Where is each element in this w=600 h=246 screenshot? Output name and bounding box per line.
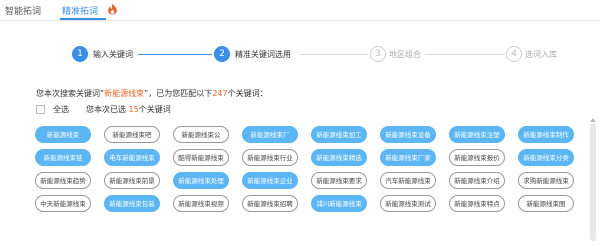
select-all-checkbox[interactable]: 全选 [36, 104, 69, 115]
keyword-pill[interactable]: 新能源线束分类 [518, 149, 574, 166]
keyword-pill[interactable]: 新能源线束报价 [449, 149, 505, 166]
keyword-pill[interactable]: 新能源线束加工 [311, 126, 367, 143]
keyword-pill[interactable]: 新能源线束企业 [242, 172, 298, 189]
step-2-connector [300, 54, 368, 55]
tab-smart-expand[interactable]: 智能拓词 [5, 4, 41, 17]
keyword-pill[interactable]: 浦川新能源线束 [311, 195, 367, 212]
tab-precise-expand[interactable]: 精准拓词 [62, 4, 98, 17]
keyword-pill[interactable]: 新能源线束图 [518, 195, 574, 212]
summary-suffix: 个关键词： [227, 89, 268, 98]
scrollbar[interactable] [590, 123, 596, 241]
keyword-pill[interactable]: 新能源线束要求 [311, 172, 367, 189]
step-3-connector [425, 54, 505, 55]
selected-count-prefix: 您本次已选 [86, 105, 126, 114]
keyword-pill[interactable]: 新能源线束行业 [242, 149, 298, 166]
step-2-circle: 2 [214, 46, 230, 62]
selected-count: 您本次已选 15个关键词 [86, 104, 171, 115]
checkbox-box[interactable] [36, 105, 45, 114]
keyword-pill[interactable]: 新能源线束吧 [104, 126, 160, 143]
keyword-pill[interactable]: 新能源线束包装 [104, 195, 160, 212]
keyword-pill[interactable]: 新能源线束招聘 [242, 195, 298, 212]
keyword-pill[interactable]: 新能源线束 [35, 126, 91, 143]
keyword-pill[interactable]: 新能源线束视频 [173, 195, 229, 212]
keyword-pill[interactable]: 新能源线束制作 [518, 126, 574, 143]
selected-count-number: 15 [128, 105, 139, 114]
step-4-label: 选词入库 [525, 50, 557, 59]
keyword-pill[interactable]: 汽车新能源线束 [380, 172, 436, 189]
keyword-pill[interactable]: 新能源线束前景 [104, 172, 160, 189]
step-1-label: 输入关键词 [93, 50, 133, 59]
keyword-pill[interactable]: 新能源线束厂 [242, 126, 298, 143]
keyword-pill[interactable]: 新能源线束注塑 [449, 126, 505, 143]
keyword-pill[interactable]: 新能源线束测试 [380, 195, 436, 212]
step-3-label: 地区组合 [389, 50, 421, 59]
step-2-label: 精准关键词选用 [235, 50, 291, 59]
keyword-pill[interactable]: 求购新能源线束 [518, 172, 574, 189]
keyword-pill[interactable]: 新能源线束公 [173, 126, 229, 143]
keyword-pill[interactable]: 新能源线束处理 [173, 172, 229, 189]
keyword-pill[interactable]: 新能源线束设备 [380, 126, 436, 143]
keyword-pill[interactable]: 新能源线束链 [35, 149, 91, 166]
keyword-pill[interactable]: 电车新能源线束 [104, 149, 160, 166]
keyword-pill[interactable]: 新能源线束趋势 [35, 172, 91, 189]
fire-icon [108, 3, 117, 15]
step-4-circle: 4 [506, 46, 522, 62]
scroll-up-arrow-icon[interactable] [590, 118, 596, 122]
keyword-pill[interactable]: 中天新能源线束 [35, 195, 91, 212]
summary-count: 247 [212, 89, 228, 98]
keyword-pill[interactable]: 新能源线束介绍 [449, 172, 505, 189]
keyword-pill[interactable]: 酷得新能源线束 [173, 149, 229, 166]
step-1-connector [138, 54, 212, 55]
selected-count-suffix: 个关键词 [138, 105, 171, 114]
step-3-circle: 3 [370, 46, 386, 62]
keyword-pill[interactable]: 新能源线束精选 [311, 149, 367, 166]
summary-prefix: 您本次搜索关键词” [36, 89, 105, 98]
select-all-label: 全选 [53, 105, 69, 114]
tab-bar: 智能拓词 精准拓词 [0, 0, 600, 21]
active-tab-indicator [60, 18, 106, 20]
summary-keyword: 新能源线束 [104, 89, 145, 98]
step-progress: 1 输入关键词 2 精准关键词选用 3 地区组合 4 选词入库 [0, 42, 600, 66]
summary-middle: ”，已为您匹配以下 [144, 89, 213, 98]
keyword-pill[interactable]: 新能源线束厂家 [380, 149, 436, 166]
step-1-circle: 1 [72, 46, 88, 62]
keyword-pill[interactable]: 新能源线束特点 [449, 195, 505, 212]
search-summary: 您本次搜索关键词”新能源线束”，已为您匹配以下247个关键词： [36, 88, 268, 99]
